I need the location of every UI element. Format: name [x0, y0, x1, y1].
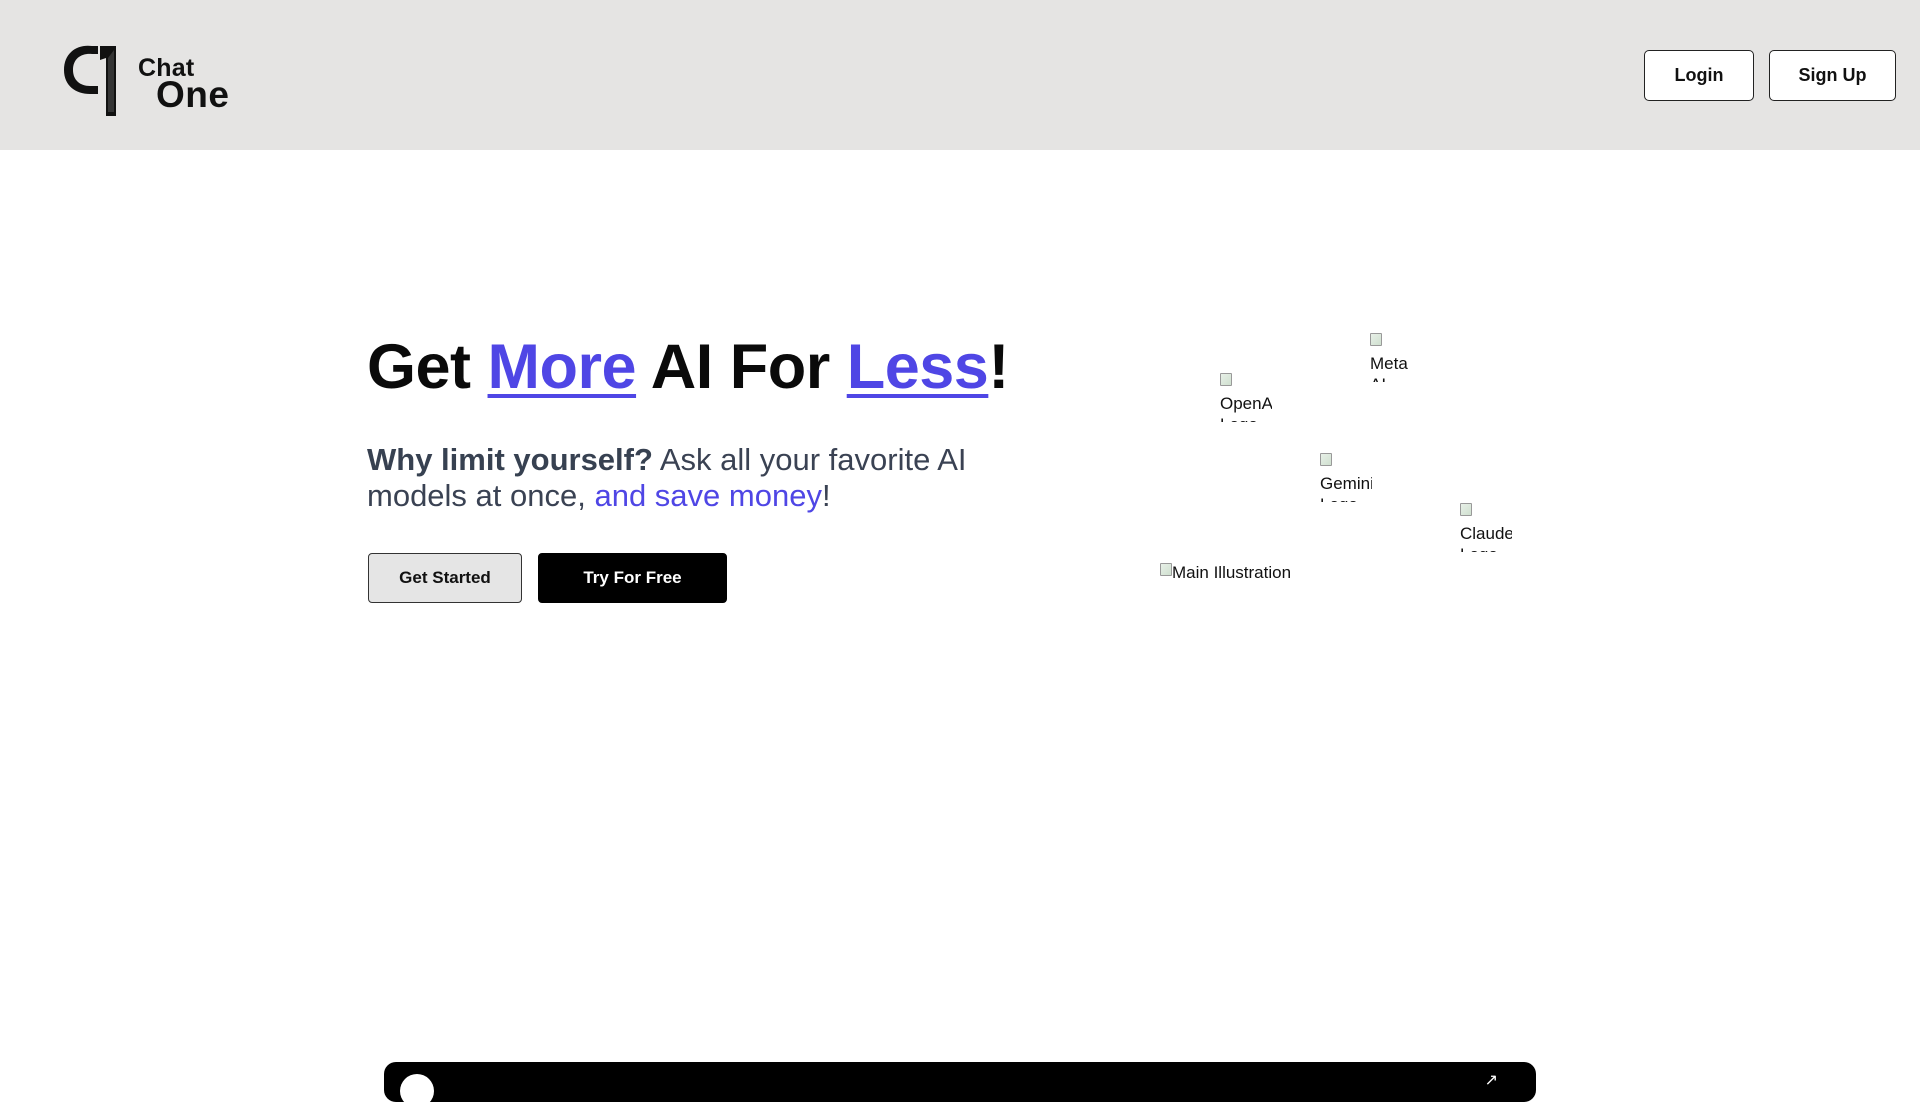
get-started-button[interactable]: Get Started	[368, 553, 522, 603]
hero-title-more: More	[487, 332, 637, 402]
hero-subtitle-strong: Why limit yourself?	[367, 442, 653, 477]
broken-image-icon	[1320, 453, 1332, 466]
arrow-icon: ↗	[1484, 1072, 1498, 1089]
broken-image-icon	[1160, 563, 1172, 576]
hero-title-part3: !	[988, 332, 1009, 402]
site-header: Chat One Login Sign Up	[0, 0, 1920, 150]
demo-chat-bar: ↗	[384, 1062, 1536, 1108]
main-illustration-image: Main Illustration	[1160, 562, 1360, 586]
login-button[interactable]: Login	[1644, 50, 1754, 101]
signup-button[interactable]: Sign Up	[1769, 50, 1896, 101]
try-for-free-button[interactable]: Try For Free	[538, 553, 727, 603]
meta-ai-alt-text: Meta AI	[1370, 354, 1408, 382]
claude-alt-text: Claude Logo	[1460, 524, 1512, 552]
main-illustration-alt-text: Main Illustration	[1172, 563, 1292, 582]
chatone-c1-logo-icon	[64, 45, 116, 116]
logo-one-text: One	[156, 74, 230, 115]
gemini-alt-text: Gemini Logo	[1320, 474, 1372, 502]
hero-title-part1: Get	[367, 332, 488, 402]
broken-image-icon	[1370, 333, 1382, 346]
meta-ai-logo-image: Meta AI	[1370, 332, 1420, 382]
claude-logo-image: Claude Logo	[1460, 502, 1512, 552]
chatone-logo[interactable]: Chat One	[58, 40, 243, 118]
hero-subtitle-part2: !	[821, 478, 831, 513]
hero-title-part2: AI For	[636, 332, 847, 402]
openai-alt-text: OpenAI Logo	[1220, 394, 1272, 422]
broken-image-icon	[1460, 503, 1472, 516]
avatar-icon	[400, 1074, 434, 1108]
openai-logo-image: OpenAI Logo	[1220, 372, 1272, 422]
broken-image-icon	[1220, 373, 1232, 386]
hero-illustration: Meta AI OpenAI Logo Gemini Logo Claude L…	[1150, 320, 1550, 620]
hero-subtitle-accent: and save money	[594, 478, 822, 513]
hero-title: Get More AI For Less!	[367, 332, 1009, 402]
gemini-logo-image: Gemini Logo	[1320, 452, 1372, 502]
hero-subtitle: Why limit yourself? Ask all your favorit…	[367, 442, 1067, 514]
hero-title-less: Less	[846, 332, 989, 402]
